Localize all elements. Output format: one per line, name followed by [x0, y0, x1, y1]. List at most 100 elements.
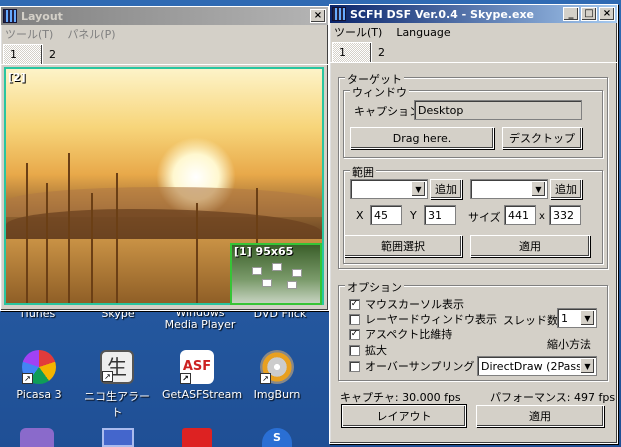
- desktop-icon-label: Picasa 3: [16, 388, 62, 401]
- layout-titlebar[interactable]: Layout ×: [1, 7, 328, 25]
- desktop-icon-partial-s[interactable]: S: [262, 428, 292, 447]
- menu-panel[interactable]: パネル(P): [67, 26, 115, 42]
- scale-method-select[interactable]: DirectDraw (2Pass) ▼: [477, 356, 597, 376]
- niconico-alert-icon: 生 ↗: [100, 350, 134, 384]
- desktop-icon-niconico[interactable]: 生 ↗ ニコ生アラート: [82, 350, 152, 420]
- grass-stalk: [116, 173, 118, 303]
- scfh-titlebar[interactable]: SCFH DSF Ver.0.4 - Skype.exe _ □ ×: [330, 5, 617, 23]
- layout-panel-1-preview[interactable]: [1] 95x65: [230, 243, 322, 305]
- picasa-icon: ↗: [22, 350, 56, 384]
- app-icon: [332, 7, 346, 21]
- menu-tools[interactable]: ツール(T): [5, 26, 53, 42]
- tab-2[interactable]: 2: [372, 42, 412, 62]
- window-group: ウィンドウ キャプション Desktop Drag here. デスクトップ: [343, 84, 603, 158]
- desktop-icon-label: ニコ生アラート: [84, 390, 150, 419]
- x-field[interactable]: 45: [370, 205, 402, 225]
- x-label: X: [356, 209, 364, 222]
- desktop-icon-getasf[interactable]: ASF ↗ GetASFStream: [162, 350, 242, 401]
- card-thumb: [272, 263, 282, 271]
- panel-2-label: [2]: [8, 71, 26, 84]
- minimize-button[interactable]: _: [563, 7, 579, 21]
- range-select-button[interactable]: 範囲選択: [344, 235, 462, 257]
- options-group: オプション ✓ マウスカーソル表示 レーヤードウィンドウ表示 ✓ アスペクト比維持 …: [338, 279, 608, 381]
- panel-1-label: [1] 95x65: [234, 245, 294, 258]
- checkbox-oversampling[interactable]: オーバーサンプリング: [349, 358, 474, 374]
- grass-stalk: [196, 203, 198, 303]
- card-thumb: [292, 269, 302, 277]
- scale-method-value: DirectDraw (2Pass): [481, 359, 587, 373]
- checkbox-label: マウスカーソル表示: [365, 298, 464, 311]
- thread-count-label: スレッド数: [503, 314, 558, 327]
- checkbox-label: レーヤードウィンドウ表示: [365, 313, 497, 326]
- range-group: 範囲 ▼ 追加 ▼ 追加 X 45 Y 31 サイズ 441 x 332 範囲選…: [343, 164, 603, 264]
- layout-button[interactable]: レイアウト: [341, 404, 467, 428]
- add-button-1[interactable]: 追加: [430, 179, 462, 199]
- size-separator: x: [539, 211, 545, 222]
- checkbox-box[interactable]: [349, 313, 360, 325]
- scfh-menubar: ツール(T) Language: [330, 23, 617, 41]
- checkbox-label: アスペクト比維持: [365, 328, 453, 341]
- range-apply-button[interactable]: 適用: [470, 235, 590, 257]
- card-thumb: [262, 279, 272, 287]
- add-button-2[interactable]: 追加: [550, 179, 582, 199]
- options-group-label: オプション: [345, 279, 404, 295]
- menu-tools[interactable]: ツール(T): [334, 24, 382, 40]
- width-field[interactable]: 441: [504, 205, 536, 225]
- caption-field[interactable]: Desktop: [414, 100, 582, 120]
- checkbox-zoom[interactable]: 拡大: [349, 342, 387, 358]
- scfh-window-title: SCFH DSF Ver.0.4 - Skype.exe: [350, 7, 534, 21]
- y-label: Y: [410, 209, 417, 222]
- tab-1[interactable]: 1: [3, 44, 43, 64]
- chevron-down-icon[interactable]: ▼: [531, 181, 546, 197]
- grass-stalk: [46, 183, 48, 303]
- performance-fps-status: パフォーマンス: 497 fps: [490, 391, 616, 404]
- range-combo-2[interactable]: ▼: [470, 179, 548, 199]
- checkbox-box[interactable]: [349, 344, 360, 356]
- height-field[interactable]: 332: [549, 205, 581, 225]
- drag-here-button[interactable]: Drag here.: [350, 127, 494, 149]
- range-group-label: 範囲: [350, 164, 376, 180]
- scale-method-label: 縮小方法: [547, 338, 591, 351]
- chevron-down-icon[interactable]: ▼: [580, 310, 595, 326]
- size-label: サイズ: [468, 211, 501, 224]
- close-button[interactable]: ×: [310, 9, 326, 23]
- checkbox-mouse-cursor[interactable]: ✓ マウスカーソル表示: [349, 296, 464, 312]
- checkbox-layered-window[interactable]: レーヤードウィンドウ表示: [349, 311, 497, 327]
- checkbox-box[interactable]: ✓: [349, 328, 360, 340]
- layout-tabs: 1 2: [1, 43, 328, 65]
- layout-menubar: ツール(T) パネル(P): [1, 25, 328, 43]
- close-button[interactable]: ×: [599, 7, 615, 21]
- scfh-window: SCFH DSF Ver.0.4 - Skype.exe _ □ × ツール(T…: [329, 4, 618, 444]
- menu-language[interactable]: Language: [396, 26, 450, 39]
- thread-count-value: 1: [561, 311, 568, 325]
- desktop-icon-partial-1[interactable]: [20, 428, 54, 447]
- capture-fps-status: キャプチャ: 30.000 fps: [340, 391, 461, 404]
- desktop-icon-partial-2[interactable]: [102, 428, 134, 447]
- chevron-down-icon[interactable]: ▼: [411, 181, 426, 197]
- card-thumb: [287, 281, 297, 289]
- maximize-button[interactable]: □: [581, 7, 597, 21]
- grass-stalk: [26, 163, 28, 303]
- range-combo-1[interactable]: ▼: [350, 179, 428, 199]
- layout-window-title: Layout: [21, 9, 63, 23]
- app-icon: [3, 9, 17, 23]
- window-group-label: ウィンドウ: [350, 84, 409, 100]
- checkbox-label: 拡大: [365, 344, 387, 357]
- tab-1[interactable]: 1: [332, 42, 372, 62]
- checkbox-aspect-ratio[interactable]: ✓ アスペクト比維持: [349, 326, 452, 342]
- imgburn-icon: ↗: [260, 350, 294, 384]
- apply-button[interactable]: 適用: [476, 405, 604, 427]
- thread-count-select[interactable]: 1 ▼: [557, 308, 597, 328]
- y-field[interactable]: 31: [424, 205, 456, 225]
- checkbox-box[interactable]: ✓: [349, 298, 360, 310]
- chevron-down-icon[interactable]: ▼: [580, 358, 595, 374]
- caption-label: キャプション: [354, 105, 420, 118]
- tab-2[interactable]: 2: [43, 44, 83, 64]
- desktop-button[interactable]: デスクトップ: [502, 127, 582, 149]
- asf-icon: ASF ↗: [180, 350, 214, 384]
- checkbox-box[interactable]: [349, 360, 360, 372]
- desktop-icon-picasa[interactable]: ↗ Picasa 3: [4, 350, 74, 401]
- desktop-icon-imgburn[interactable]: ↗ ImgBurn: [242, 350, 312, 401]
- grass-stalk: [68, 153, 70, 303]
- adobe-pdf-icon[interactable]: [182, 428, 212, 447]
